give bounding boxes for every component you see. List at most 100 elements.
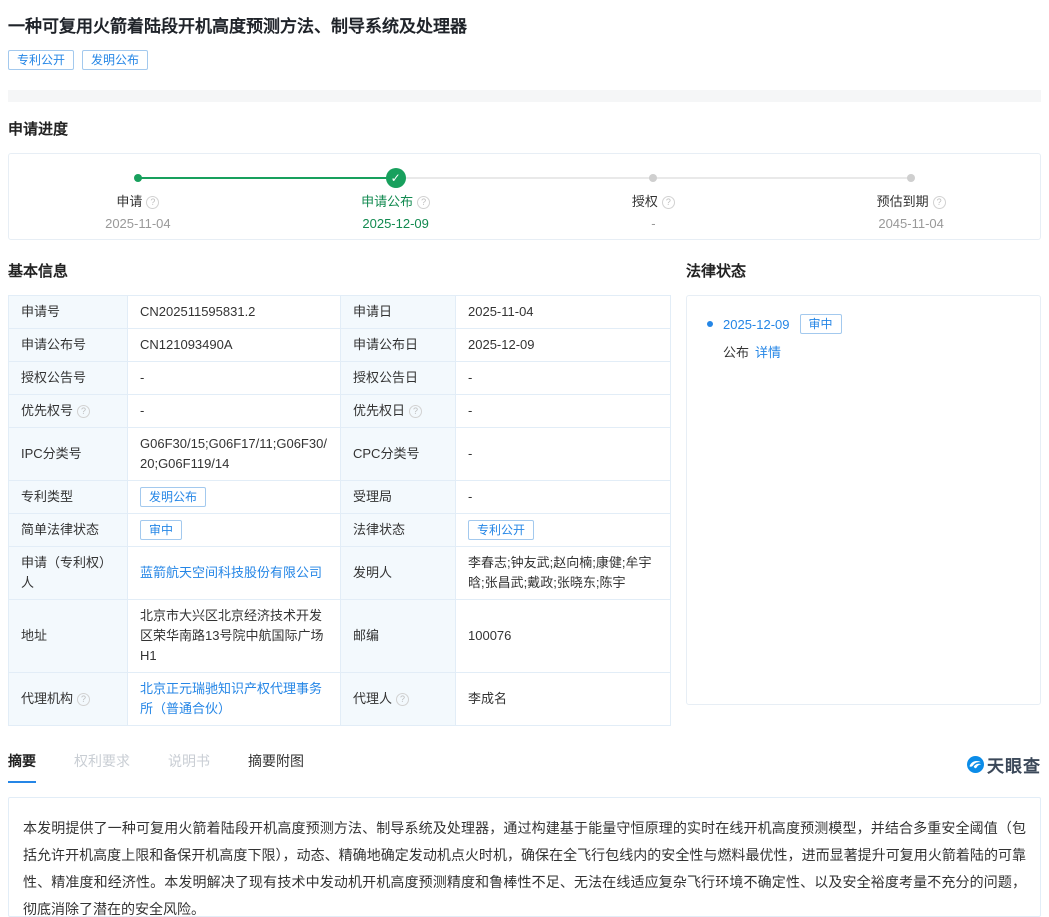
tab-摘要附图[interactable]: 摘要附图 [248,752,304,783]
step-date: 2025-12-09 [267,215,525,233]
field-label-cell: 法律状态 [341,514,456,547]
progress-timeline: 申请?2025-11-04✓申请公布?2025-12-09授权?-预估到期?20… [8,153,1041,240]
field-value: 2025-11-04 [468,304,534,319]
timeline-step: 授权?- [525,154,783,239]
field-value-cell: - [128,362,341,395]
bullet-icon [707,321,713,327]
table-row: 专利类型发明公布受理局- [9,481,671,514]
timeline-step: 预估到期? 2045-11-04 [782,154,1040,239]
status-tag[interactable]: 发明公布 [140,487,206,507]
table-row: 授权公告号-授权公告日- [9,362,671,395]
field-value-link[interactable]: 北京正元瑞驰知识产权代理事务所（普通合伙） [140,681,322,716]
tab-摘要[interactable]: 摘要 [8,752,36,783]
patent-detail-page: 一种可复用火箭着陆段开机高度预测方法、制导系统及处理器 专利公开发明公布 申请进… [0,0,1049,917]
field-label: 代理机构 [21,691,73,706]
legal-detail-link[interactable]: 详情 [755,345,781,360]
timeline-steps: 申请?2025-11-04✓申请公布?2025-12-09授权?-预估到期?20… [9,154,1040,239]
timeline-step: ✓申请公布?2025-12-09 [267,154,525,239]
field-value-cell: 李春志;钟友武;赵向楠;康健;牟宇晗;张昌武;戴政;张晓东;陈宇 [456,547,671,600]
help-icon[interactable]: ? [146,196,159,209]
field-label-cell: 代理机构? [9,673,128,726]
field-value-cell: 李成名 [456,673,671,726]
step-label: 申请公布? [267,193,525,211]
field-label-cell: IPC分类号 [9,428,128,481]
field-value: - [140,370,144,385]
help-icon[interactable]: ? [662,196,675,209]
field-value-cell: 2025-12-09 [456,329,671,362]
tianyancha-brand[interactable]: 天眼查 [967,752,1041,777]
basic-info-title: 基本信息 [8,260,670,281]
field-value: G06F30/15;G06F17/11;G06F30/20;G06F119/14 [140,436,327,471]
step-dot-icon [649,174,657,182]
field-label-cell: 受理局 [341,481,456,514]
table-row: 申请号CN202511595831.2申请日2025-11-04 [9,296,671,329]
field-label: 发明人 [353,565,392,580]
legal-action-text: 公布 [723,345,749,360]
field-value-cell: 审中 [128,514,341,547]
tab-说明书[interactable]: 说明书 [168,752,210,783]
field-value-cell: - [456,362,671,395]
status-tag: 专利公开 [8,50,74,70]
help-icon[interactable]: ? [417,196,430,209]
document-tabs: 摘要 权利要求 说明书 摘要附图 天眼查 [8,752,1041,783]
field-label: 申请公布日 [353,337,418,352]
status-tag[interactable]: 审中 [800,314,842,334]
field-label: 邮编 [353,628,379,643]
field-label-cell: 申请（专利权）人 [9,547,128,600]
field-value-cell: 2025-11-04 [456,296,671,329]
step-label-text: 申请公布 [361,194,413,209]
step-label-text: 申请 [116,194,142,209]
field-value: - [468,489,472,504]
field-value: CN121093490A [140,337,233,352]
field-label-cell: 申请日 [341,296,456,329]
help-icon[interactable]: ? [409,405,422,418]
help-icon[interactable]: ? [396,693,409,706]
field-value: 李成名 [468,691,507,706]
help-icon[interactable]: ? [933,196,946,209]
field-value-cell: - [456,428,671,481]
table-row: 简单法律状态审中 法律状态 专利公开 [9,514,671,547]
help-icon[interactable]: ? [77,693,90,706]
field-label: 授权公告号 [21,370,86,385]
field-value: - [140,403,144,418]
field-label: 法律状态 [353,522,405,537]
step-date: 2045-11-04 [782,215,1040,233]
legal-status-panel: 2025-12-09 审中公布详情 [686,295,1041,705]
status-tag[interactable]: 审中 [140,520,182,540]
tab-权利要求[interactable]: 权利要求 [74,752,130,783]
field-label-cell: 代理人? [341,673,456,726]
field-value: 2025-12-09 [468,337,535,352]
field-value-cell: 蓝箭航天空间科技股份有限公司 [128,547,341,600]
brand-name: 天眼查 [987,752,1041,777]
field-label-cell: 简单法律状态 [9,514,128,547]
progress-section-title: 申请进度 [8,118,1041,139]
field-value: 李春志;钟友武;赵向楠;康健;牟宇晗;张昌武;戴政;张晓东;陈宇 [468,555,651,590]
timeline-step: 申请?2025-11-04 [9,154,267,239]
field-label-cell: CPC分类号 [341,428,456,481]
field-label: 申请号 [21,304,60,319]
page-header: 一种可复用火箭着陆段开机高度预测方法、制导系统及处理器 专利公开发明公布 [0,0,1049,102]
field-value: - [468,403,472,418]
field-label: 受理局 [353,489,392,504]
field-label: IPC分类号 [21,446,82,461]
field-label: 申请日 [353,304,392,319]
step-label-text: 预估到期 [877,194,929,209]
abstract-text: 本发明提供了一种可复用火箭着陆段开机高度预测方法、制导系统及处理器，通过构建基于… [23,820,1026,917]
section-divider [8,90,1041,102]
legal-status-date: 2025-12-09 [723,317,790,332]
help-icon[interactable]: ? [77,405,90,418]
field-value-link[interactable]: 蓝箭航天空间科技股份有限公司 [140,565,322,580]
field-value: - [468,370,472,385]
field-label: 申请公布号 [21,337,86,352]
status-tag[interactable]: 专利公开 [468,520,534,540]
field-label: 优先权日 [353,403,405,418]
field-label: 申请（专利权）人 [21,555,112,590]
field-value: 100076 [468,628,511,643]
field-value-cell: 北京正元瑞驰知识产权代理事务所（普通合伙） [128,673,341,726]
field-value-cell: CN121093490A [128,329,341,362]
step-dot-icon [134,174,142,182]
application-progress-section: 申请进度 申请?2025-11-04✓申请公布?2025-12-09授权?-预估… [8,118,1041,240]
main-content: 基本信息 申请号CN202511595831.2申请日2025-11-04申请公… [8,260,1041,726]
abstract-panel: 本发明提供了一种可复用火箭着陆段开机高度预测方法、制导系统及处理器，通过构建基于… [8,797,1041,917]
field-label-cell: 优先权号? [9,395,128,428]
